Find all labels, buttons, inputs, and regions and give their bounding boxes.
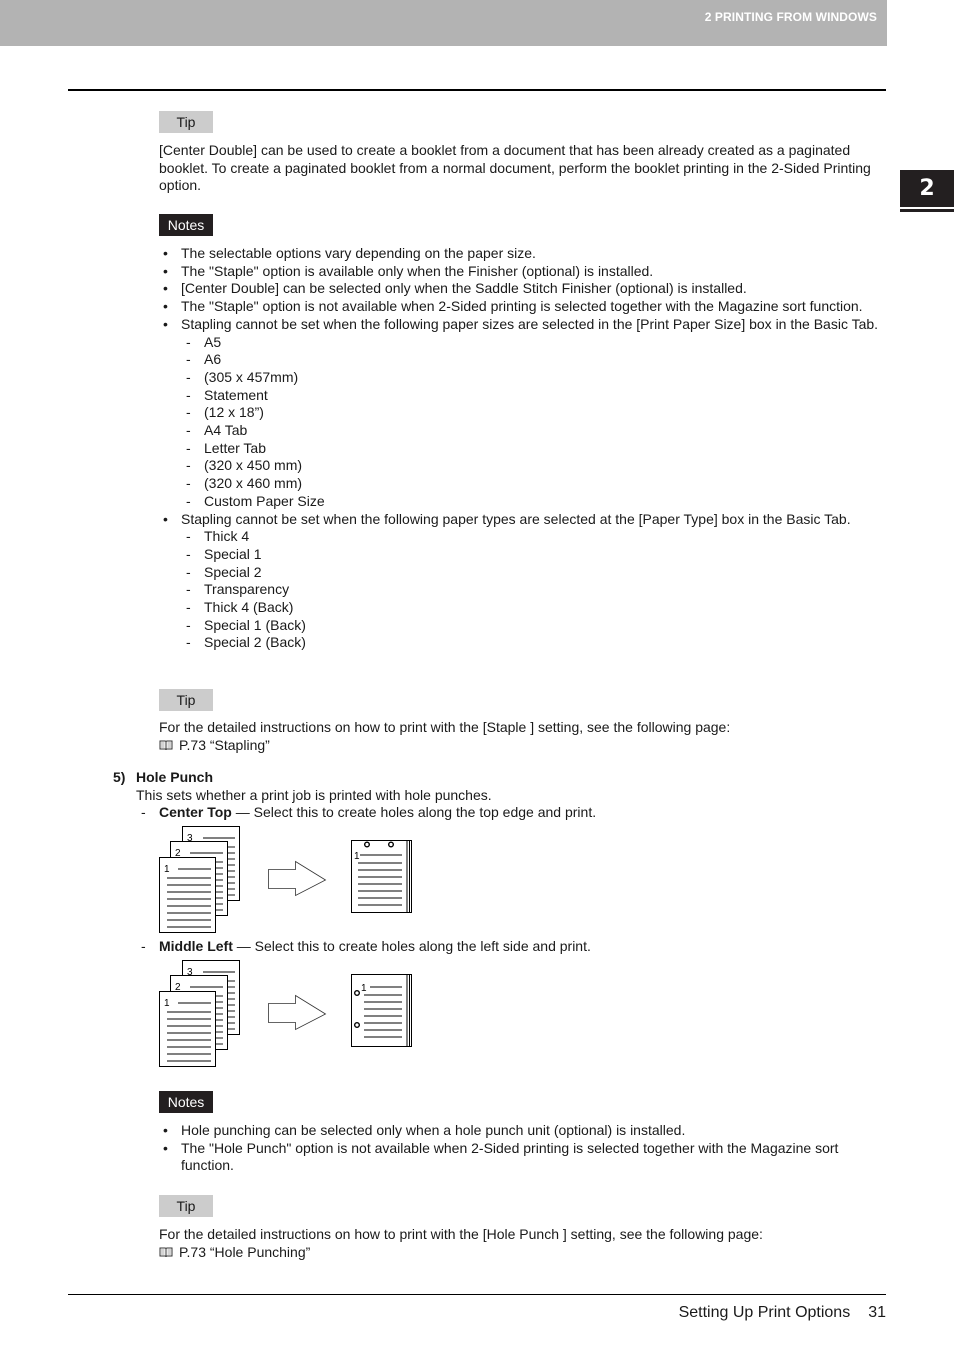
- punch-hole-icon: [363, 841, 370, 848]
- note-item: The "Staple" option is not available whe…: [159, 298, 889, 316]
- option-desc: — Select this to create holes along the …: [232, 938, 591, 954]
- header-band: 2 PRINTING FROM WINDOWS: [0, 0, 887, 46]
- notes-list: The selectable options vary depending on…: [159, 245, 889, 652]
- paper-size-item: A4 Tab: [159, 422, 889, 440]
- paper-size-item: (320 x 460 mm): [159, 475, 889, 493]
- paper-type-item: Transparency: [159, 581, 889, 599]
- footer: Setting Up Print Options 31: [679, 1304, 886, 1322]
- page-reference-link[interactable]: P.73 “Hole Punching”: [159, 1244, 310, 1262]
- paper-size-item: Statement: [159, 387, 889, 405]
- paper-size-item: Custom Paper Size: [159, 493, 889, 511]
- paper-size-item: (320 x 450 mm): [159, 457, 889, 475]
- chapter-tab-underline: [900, 209, 954, 212]
- note-item: Hole punching can be selected only when …: [159, 1122, 889, 1140]
- paper-size-item: A5: [159, 334, 889, 352]
- punched-page-top: 1: [351, 840, 412, 913]
- note-item: [Center Double] can be selected only whe…: [159, 280, 889, 298]
- middle-left-illustration: 3 2 1 1: [159, 960, 412, 1067]
- paper-type-item: Special 2 (Back): [159, 634, 889, 652]
- paper-size-item: A6: [159, 351, 889, 369]
- punch-hole-icon: [353, 1022, 360, 1029]
- paper-size-item: (12 x 18”): [159, 404, 889, 422]
- notes-label: Notes: [159, 214, 213, 236]
- notes-label: Notes: [159, 1091, 213, 1113]
- step-title: Hole Punch: [136, 769, 214, 785]
- book-icon: [159, 1247, 173, 1258]
- paper-type-item: Special 1 (Back): [159, 617, 889, 635]
- option-name: Middle Left: [159, 938, 233, 954]
- bottom-divider: [68, 1294, 886, 1295]
- paper-type-item: Special 1: [159, 546, 889, 564]
- footer-section-title: Setting Up Print Options: [678, 1304, 851, 1321]
- paper-size-item: (305 x 457mm): [159, 369, 889, 387]
- step-number: 5): [113, 769, 126, 785]
- page-number-label: 1: [164, 998, 170, 1009]
- option-desc: — Select this to create holes along the …: [231, 804, 597, 820]
- source-pages-stack: 3 2 1: [159, 826, 240, 933]
- note-item: Stapling cannot be set when the followin…: [159, 511, 889, 529]
- arrow-icon: [268, 994, 327, 1031]
- tip-label: Tip: [159, 111, 213, 133]
- punch-hole-icon: [387, 841, 394, 848]
- paper-type-item: Thick 4 (Back): [159, 599, 889, 617]
- book-icon: [159, 740, 173, 751]
- paper-size-item: Letter Tab: [159, 440, 889, 458]
- section-title: 2 PRINTING FROM WINDOWS: [704, 10, 877, 24]
- tip-label: Tip: [159, 689, 213, 711]
- reference-text: P.73 “Stapling”: [179, 737, 270, 753]
- paper-type-item: Special 2: [159, 564, 889, 582]
- step-heading: 5) Hole Punch: [113, 769, 213, 787]
- tip-text: For the detailed instructions on how to …: [159, 719, 731, 735]
- page-number-label: 1: [361, 983, 367, 994]
- reference-text: P.73 “Hole Punching”: [179, 1244, 311, 1260]
- chapter-tab[interactable]: 2: [900, 170, 954, 207]
- notes-list: Hole punching can be selected only when …: [159, 1122, 889, 1175]
- tip-text: [Center Double] can be used to create a …: [159, 142, 871, 194]
- punch-hole-icon: [353, 990, 360, 997]
- note-item: The "Staple" option is available only wh…: [159, 263, 889, 281]
- page-number-label: 1: [354, 851, 360, 862]
- note-item: The "Hole Punch" option is not available…: [159, 1140, 889, 1175]
- step-description: This sets whether a print job is printed…: [136, 787, 492, 803]
- note-item: Stapling cannot be set when the followin…: [159, 316, 889, 334]
- source-pages-stack: 3 2 1: [159, 960, 240, 1067]
- center-top-illustration: 3 2 1 1: [159, 826, 412, 933]
- option-center-top: - Center Top — Select this to create hole…: [141, 804, 597, 820]
- option-name: Center Top: [159, 804, 232, 820]
- page-reference-link[interactable]: P.73 “Stapling”: [159, 737, 270, 755]
- top-divider: [68, 89, 886, 91]
- page-number-label: 1: [164, 864, 170, 875]
- page-number: 31: [868, 1304, 886, 1321]
- paper-type-item: Thick 4: [159, 528, 889, 546]
- arrow-icon: [268, 860, 327, 897]
- note-item: The selectable options vary depending on…: [159, 245, 889, 263]
- tip-label: Tip: [159, 1195, 213, 1217]
- punched-page-left: 1: [351, 974, 412, 1047]
- tip-text: For the detailed instructions on how to …: [159, 1226, 763, 1242]
- option-middle-left: - Middle Left — Select this to create hol…: [141, 938, 591, 954]
